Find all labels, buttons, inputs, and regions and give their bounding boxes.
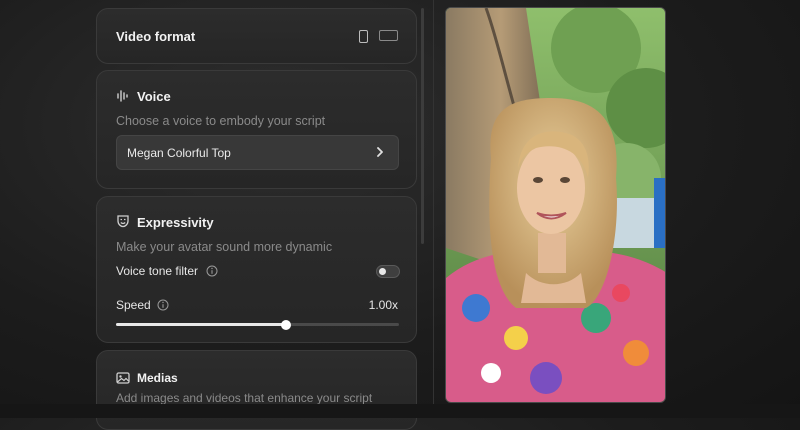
landscape-format-icon[interactable] [379, 30, 398, 41]
avatar-video-frame [446, 8, 665, 402]
voice-title: Voice [137, 89, 171, 104]
chevron-right-icon [377, 147, 383, 157]
expressivity-subtitle: Make your avatar sound more dynamic [116, 240, 333, 254]
expressivity-card: Expressivity Make your avatar sound more… [96, 196, 417, 343]
voice-selected-value: Megan Colorful Top [127, 146, 231, 160]
settings-scrollbar[interactable] [421, 8, 424, 244]
speed-label: Speed [116, 298, 151, 312]
avatar-video-preview[interactable] [445, 7, 666, 403]
toggle-knob [379, 268, 386, 275]
panel-divider [433, 0, 434, 418]
video-format-title: Video format [116, 29, 196, 44]
bottom-edge [0, 404, 800, 418]
image-icon [116, 372, 130, 384]
speed-value: 1.00x [368, 298, 398, 312]
voice-tone-filter-toggle[interactable] [376, 265, 400, 278]
speed-slider-fill [116, 323, 286, 326]
info-icon[interactable] [206, 265, 218, 277]
theater-mask-icon [117, 215, 129, 228]
portrait-format-icon[interactable] [359, 30, 368, 43]
medias-title: Medias [137, 371, 178, 385]
info-icon[interactable] [157, 299, 169, 311]
voice-select[interactable]: Megan Colorful Top [116, 135, 399, 170]
medias-card: Medias Add images and videos that enhanc… [96, 350, 417, 430]
expressivity-title: Expressivity [137, 215, 214, 230]
voice-card: Voice Choose a voice to embody your scri… [96, 70, 417, 189]
voice-tone-filter-label: Voice tone filter [116, 264, 199, 278]
video-format-card: Video format [96, 8, 417, 64]
waveform-icon [117, 90, 128, 102]
voice-subtitle: Choose a voice to embody your script [116, 114, 326, 128]
speed-slider[interactable] [116, 319, 399, 330]
speed-slider-thumb[interactable] [280, 319, 291, 330]
medias-subtitle: Add images and videos that enhance your … [116, 391, 373, 405]
